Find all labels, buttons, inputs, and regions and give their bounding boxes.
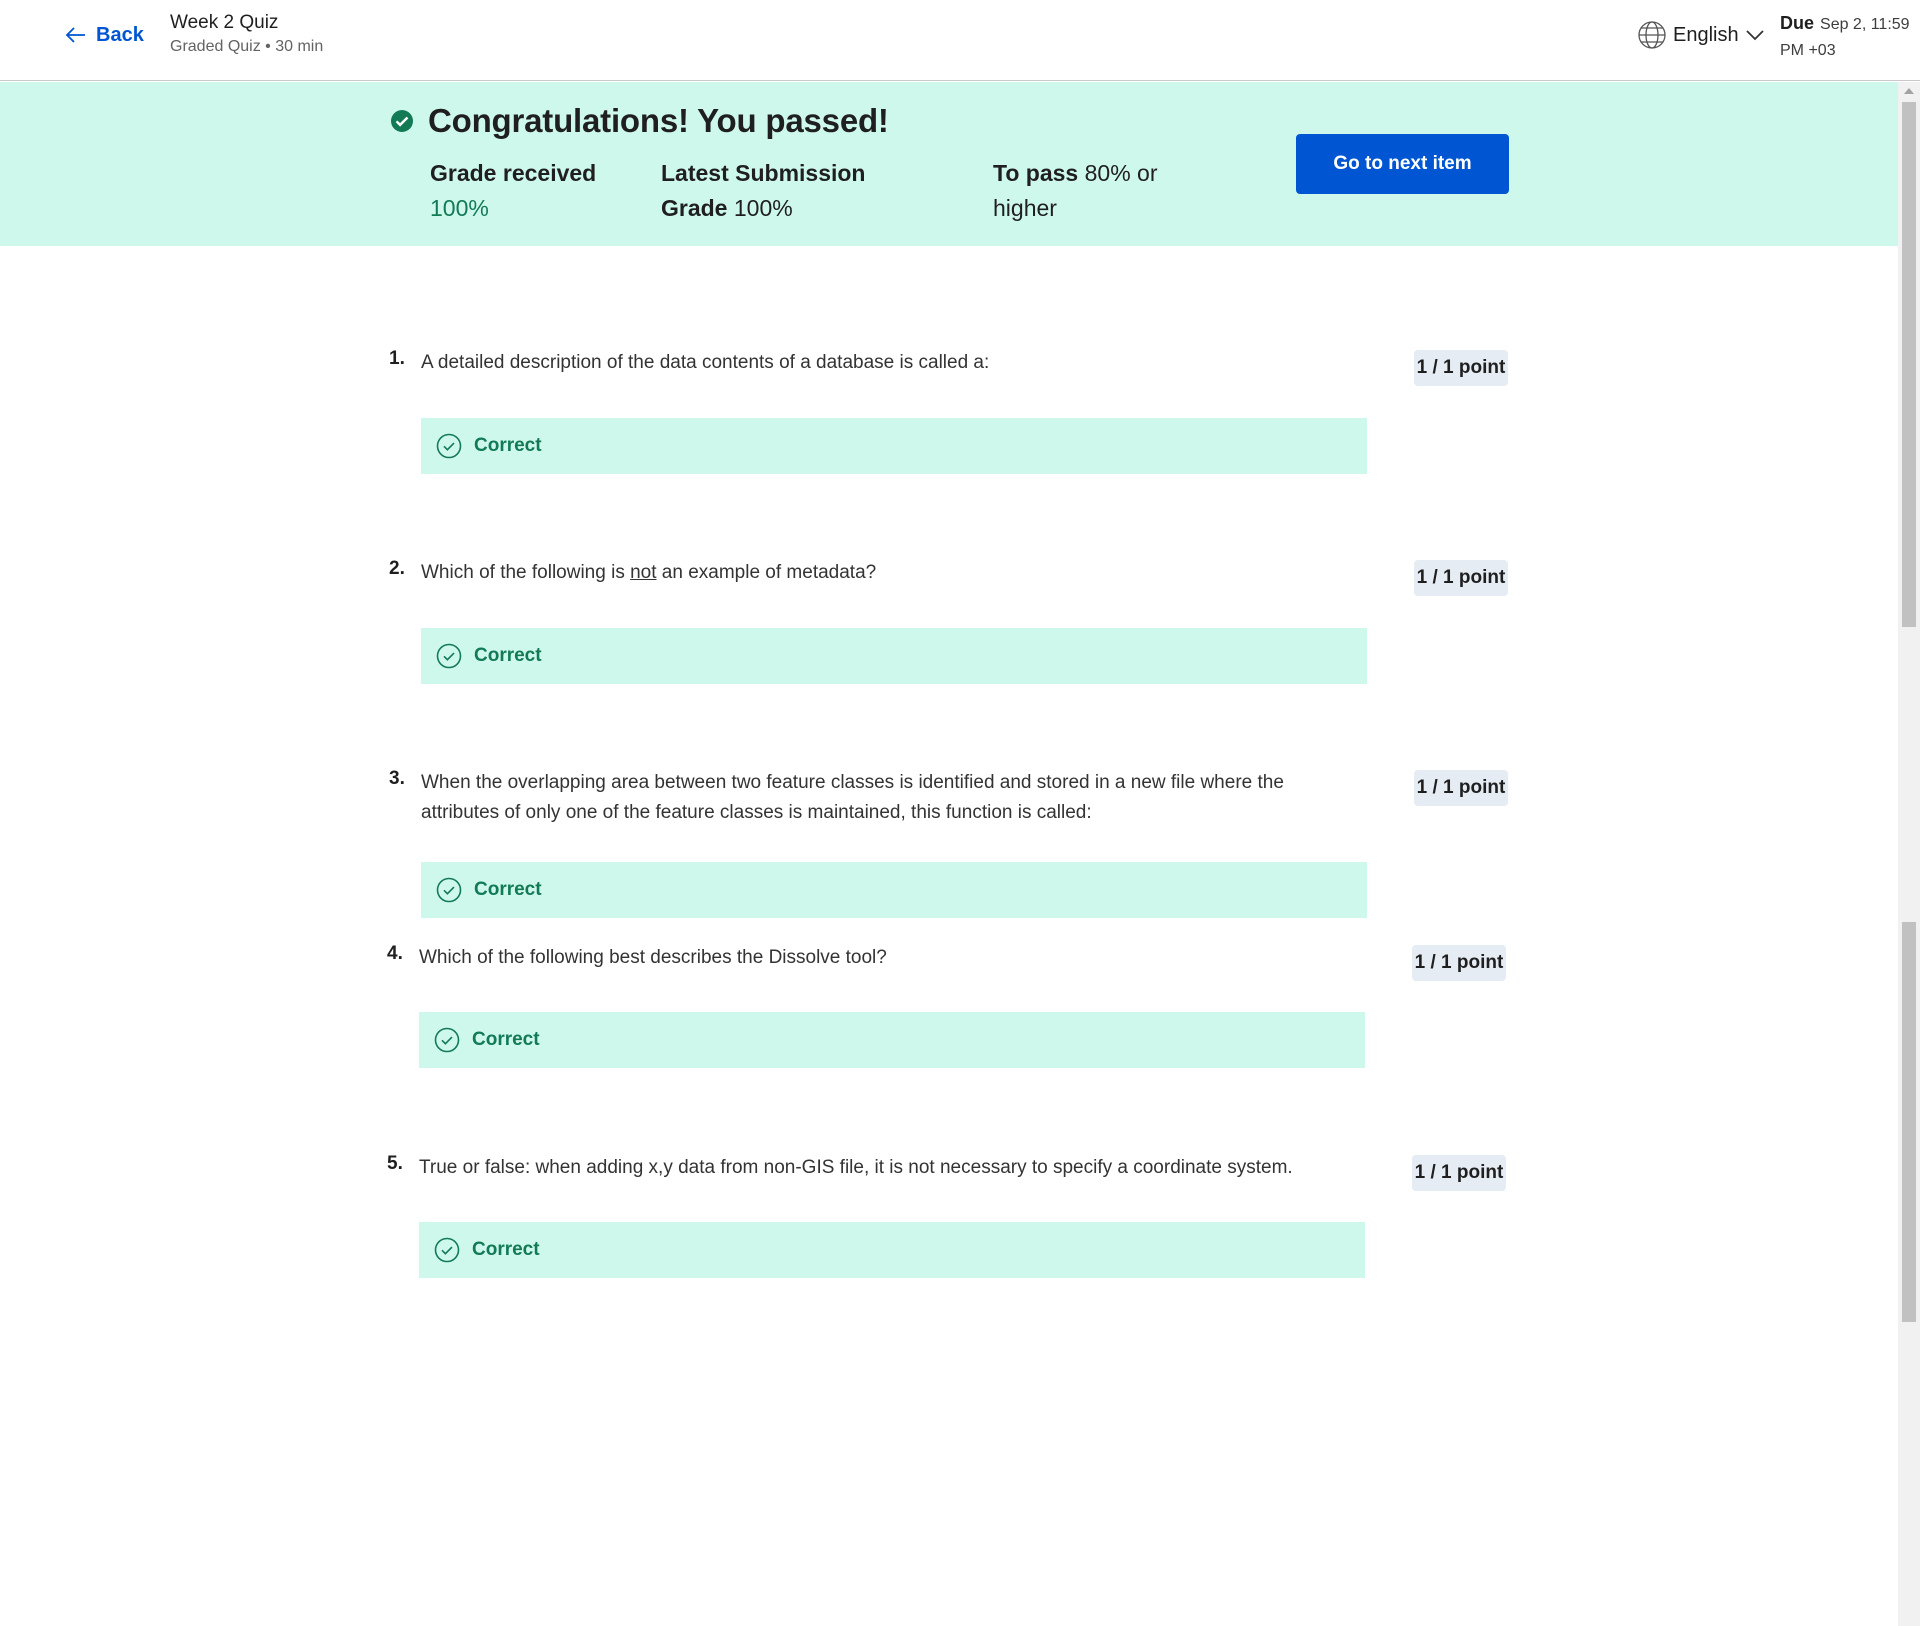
scrollbar-thumb-lower[interactable] xyxy=(1902,922,1916,1322)
question-text-emphasis: not xyxy=(630,562,657,583)
points-badge: 1 / 1 point xyxy=(1414,350,1508,386)
question-number: 5. xyxy=(387,1153,403,1174)
check-circle-outline-icon xyxy=(434,1027,460,1053)
latest-value: 100% xyxy=(733,195,793,221)
feedback-label: Correct xyxy=(472,1239,540,1260)
question-text: When the overlapping area between two fe… xyxy=(421,772,1284,823)
check-circle-outline-icon xyxy=(436,643,462,669)
due-date: Due Sep 2, 11:59 PM +03 xyxy=(1780,10,1910,64)
back-button[interactable]: Back xyxy=(64,20,144,50)
check-circle-outline-icon xyxy=(436,877,462,903)
question-text: A detailed description of the data conte… xyxy=(421,352,990,373)
question-text: Which of the following best describes th… xyxy=(419,947,887,968)
check-circle-filled-icon xyxy=(391,110,413,132)
chevron-down-icon xyxy=(1745,30,1764,41)
feedback-label: Correct xyxy=(474,645,542,666)
feedback-correct: Correct xyxy=(419,1012,1365,1068)
question-text-before: Which of the following is xyxy=(421,562,631,583)
grade-value: 100% xyxy=(430,195,489,221)
top-header: Back Week 2 Quiz Graded Quiz • 30 min En… xyxy=(0,0,1920,81)
question-number: 1. xyxy=(389,348,405,369)
points-badge: 1 / 1 point xyxy=(1414,560,1508,596)
feedback-label: Correct xyxy=(474,879,542,900)
question-number: 3. xyxy=(389,768,405,789)
grade-received: Grade received 100% xyxy=(430,156,610,226)
quiz-title: Week 2 Quiz xyxy=(170,12,279,33)
globe-icon xyxy=(1638,21,1666,49)
latest-submission-grade: Latest Submission Grade 100% xyxy=(661,156,921,226)
feedback-correct: Correct xyxy=(421,628,1367,684)
points-badge: 1 / 1 point xyxy=(1412,1155,1506,1191)
check-circle-outline-icon xyxy=(434,1237,460,1263)
feedback-correct: Correct xyxy=(421,862,1367,918)
question-text-after: an example of metadata? xyxy=(656,562,877,583)
language-label: English xyxy=(1673,23,1739,46)
arrow-left-icon xyxy=(65,27,85,43)
scrollbar[interactable] xyxy=(1898,82,1920,1626)
feedback-label: Correct xyxy=(472,1029,540,1050)
question-text: True or false: when adding x,y data from… xyxy=(419,1157,1293,1178)
grade-label: Grade received xyxy=(430,160,597,186)
points-badge: 1 / 1 point xyxy=(1414,770,1508,806)
banner-title: Congratulations! You passed! xyxy=(428,102,889,139)
feedback-correct: Correct xyxy=(421,418,1367,474)
scrollbar-thumb[interactable] xyxy=(1902,102,1916,627)
question-number: 4. xyxy=(387,943,403,964)
back-label: Back xyxy=(96,23,144,46)
feedback-correct: Correct xyxy=(419,1222,1365,1278)
points-badge: 1 / 1 point xyxy=(1412,945,1506,981)
feedback-label: Correct xyxy=(474,435,542,456)
language-selector[interactable]: English xyxy=(1637,20,1765,50)
check-circle-outline-icon xyxy=(436,433,462,459)
question-number: 2. xyxy=(389,558,405,579)
question-text: Which of the following is not an example… xyxy=(421,558,1361,588)
banner-heading: Congratulations! You passed! xyxy=(390,102,889,140)
quiz-title-block: Week 2 Quiz Graded Quiz • 30 min xyxy=(170,12,323,58)
pass-threshold: To pass 80% or higher xyxy=(993,156,1183,226)
due-label: Due xyxy=(1780,13,1815,33)
quiz-subtitle: Graded Quiz • 30 min xyxy=(170,38,324,55)
result-banner: Congratulations! You passed! Grade recei… xyxy=(0,82,1900,246)
next-item-button[interactable]: Go to next item xyxy=(1296,134,1509,194)
pass-label: To pass xyxy=(993,160,1079,186)
scroll-up-arrow[interactable] xyxy=(1904,88,1914,94)
